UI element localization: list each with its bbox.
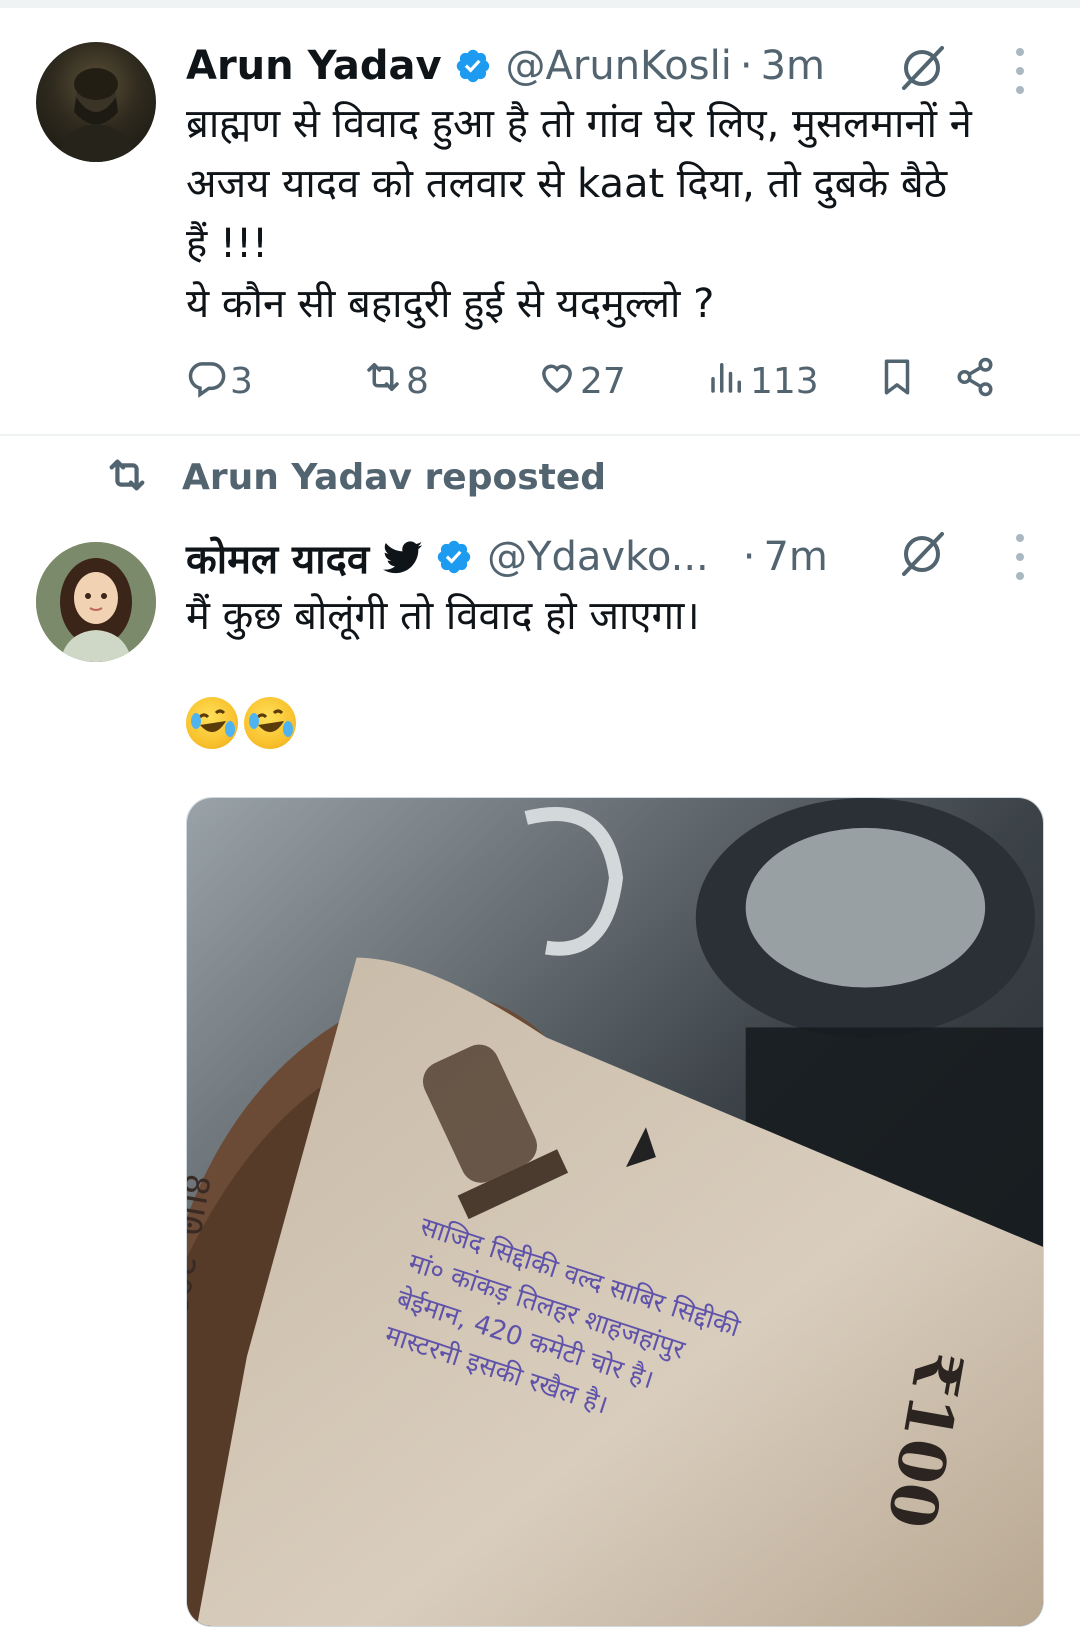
- verified-badge-icon: [435, 538, 473, 576]
- top-divider: [0, 0, 1080, 8]
- bird-icon: [383, 537, 423, 577]
- more-options-icon[interactable]: [1012, 48, 1028, 94]
- author-handle[interactable]: @Ydavko...: [487, 534, 709, 580]
- tweet-actions: 3 8 27 113: [186, 356, 1046, 406]
- like-button[interactable]: 27: [536, 356, 626, 406]
- separator-dot: ·: [742, 534, 756, 580]
- bookmark-icon: [876, 356, 918, 407]
- timestamp[interactable]: 3m: [761, 43, 825, 89]
- rolling-on-floor-laughing-icon: [186, 697, 238, 749]
- repost-count: 8: [406, 360, 429, 402]
- emoji-row: [186, 697, 296, 749]
- reply-count: 3: [230, 360, 253, 402]
- repost-banner[interactable]: Arun Yadav reposted: [104, 452, 606, 502]
- reply-icon: [186, 356, 228, 407]
- views-button[interactable]: 113: [706, 356, 819, 406]
- tweet-header: Arun Yadav @ArunKosli · 3m: [186, 36, 825, 96]
- heart-icon: [536, 356, 578, 407]
- share-button[interactable]: [954, 356, 996, 406]
- author-handle[interactable]: @ArunKosli: [506, 43, 732, 89]
- grok-icon[interactable]: [896, 42, 948, 94]
- more-options-icon[interactable]: [1012, 534, 1028, 580]
- separator-dot: ·: [739, 43, 753, 89]
- views-icon: [706, 356, 748, 407]
- tweet-text: ब्राह्मण से विवाद हुआ है तो गांव घेर लिए…: [186, 101, 972, 327]
- tweet-media-image[interactable]: साजिद सिद्दीकी वल्द साबिर सिद्दीकी मां० …: [186, 797, 1044, 1627]
- tweet-komal-yadav[interactable]: कोमल यादव @Ydavko... · 7m मैं कुछ बोलूंग…: [0, 500, 1080, 1627]
- tweet-header: कोमल यादव @Ydavko... · 7m: [186, 527, 828, 587]
- author-name[interactable]: कोमल यादव: [186, 530, 369, 585]
- repost-icon: [362, 356, 404, 407]
- repost-icon: [104, 452, 150, 502]
- avatar[interactable]: [36, 42, 156, 162]
- verified-badge-icon: [454, 47, 492, 85]
- timestamp[interactable]: 7m: [763, 534, 827, 580]
- avatar[interactable]: [36, 542, 156, 662]
- repost-banner-text: Arun Yadav reposted: [182, 456, 607, 498]
- reply-button[interactable]: 3: [186, 356, 253, 406]
- tweet-arun-yadav[interactable]: Arun Yadav @ArunKosli · 3m ब्राह्मण से व…: [0, 8, 1080, 436]
- repost-button[interactable]: 8: [362, 356, 429, 406]
- author-name[interactable]: Arun Yadav: [186, 43, 442, 89]
- like-count: 27: [580, 360, 626, 402]
- grok-icon[interactable]: [896, 528, 948, 580]
- share-icon: [954, 356, 996, 407]
- tweet-text: मैं कुछ बोलूंगी तो विवाद हो जाएगा।: [186, 593, 700, 639]
- rolling-on-floor-laughing-icon: [244, 697, 296, 749]
- view-count: 113: [750, 360, 819, 402]
- bookmark-button[interactable]: [876, 356, 918, 406]
